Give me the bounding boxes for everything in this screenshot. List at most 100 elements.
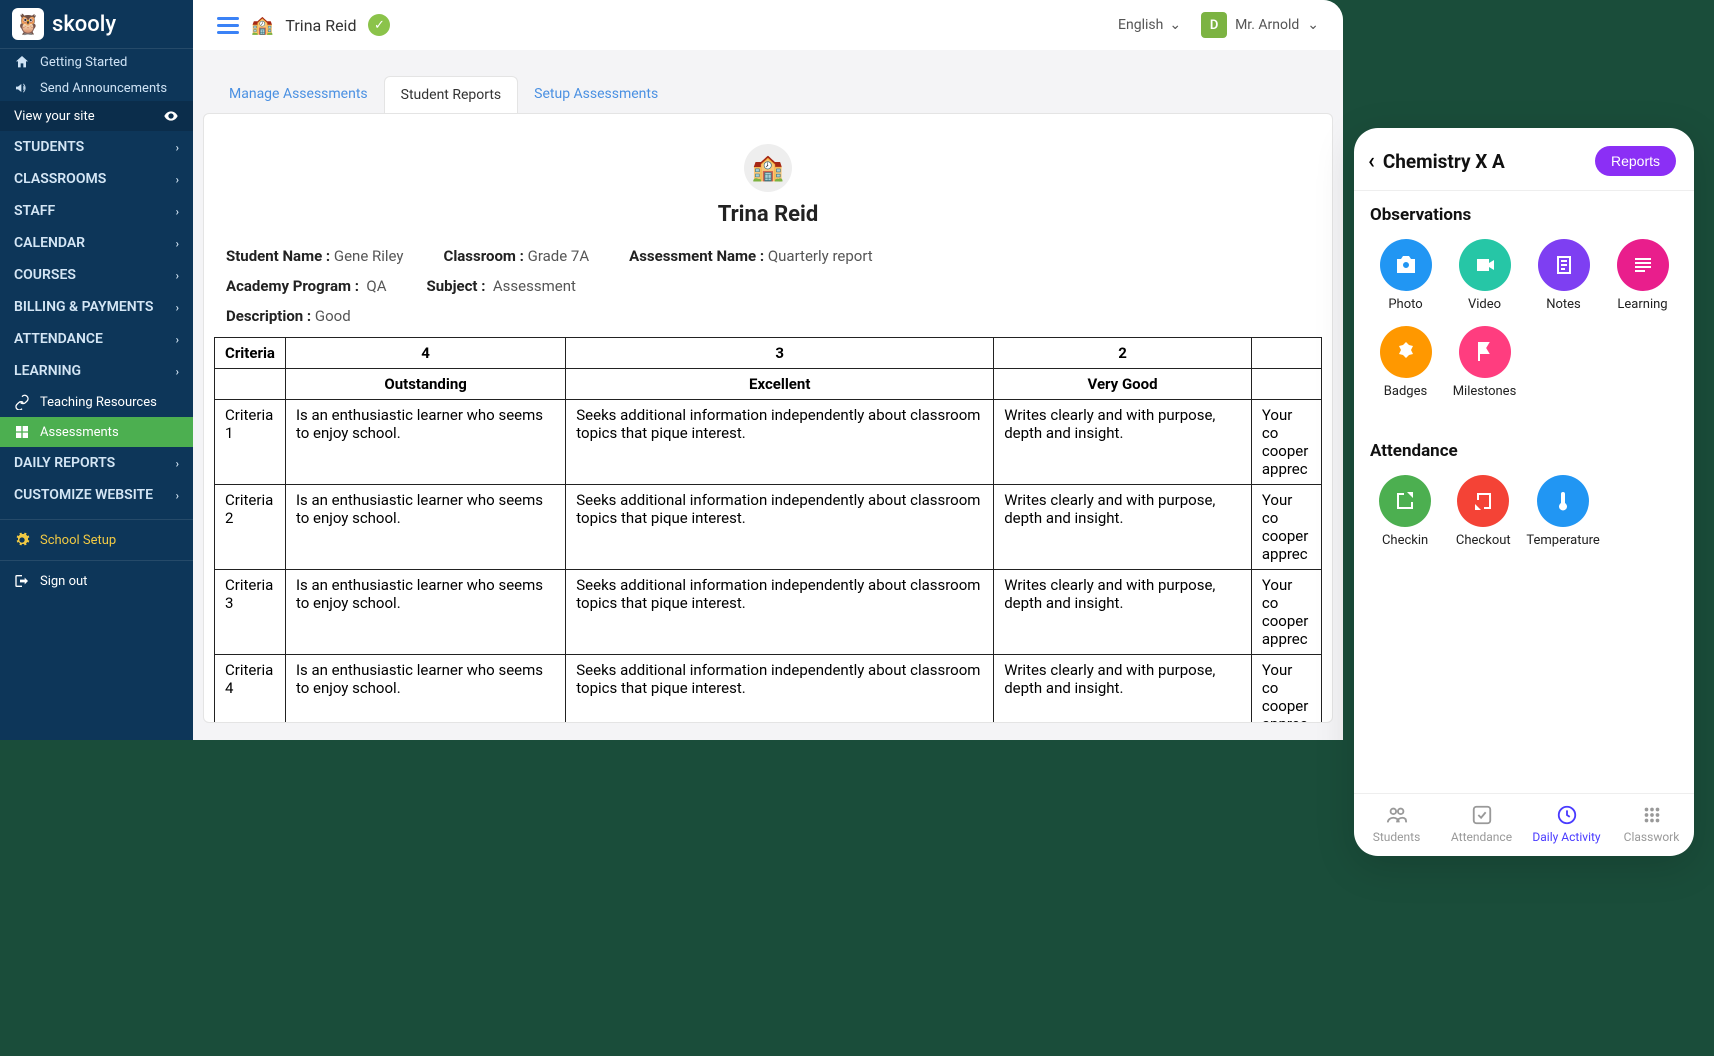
attendance-checkin[interactable]: Checkin bbox=[1370, 475, 1440, 548]
nav-billing[interactable]: BILLING & PAYMENTS› bbox=[0, 291, 193, 323]
attendance-temperature[interactable]: Temperature bbox=[1526, 475, 1599, 548]
attendance-title: Attendance bbox=[1370, 441, 1678, 461]
attendance-checkout[interactable]: Checkout bbox=[1448, 475, 1518, 548]
nav-customize-website[interactable]: CUSTOMIZE WEBSITE› bbox=[0, 479, 193, 511]
eye-icon bbox=[163, 108, 179, 124]
table-row: Criteria 1 Is an enthusiastic learner wh… bbox=[215, 400, 1322, 485]
chevron-right-icon: › bbox=[176, 365, 179, 378]
signout-icon bbox=[14, 573, 30, 589]
chevron-down-icon: ⌄ bbox=[1169, 17, 1181, 33]
main-panel: 🏫 Trina Reid ✓ English ⌄ D Mr. Arnold ⌄ … bbox=[193, 0, 1343, 740]
observation-video[interactable]: Video bbox=[1449, 239, 1520, 312]
topbar: 🏫 Trina Reid ✓ English ⌄ D Mr. Arnold ⌄ bbox=[193, 0, 1343, 50]
nav-students[interactable]: STUDENTS› bbox=[0, 131, 193, 163]
tab-setup-assessments[interactable]: Setup Assessments bbox=[518, 76, 674, 113]
video-icon bbox=[1459, 239, 1511, 291]
chevron-right-icon: › bbox=[176, 173, 179, 186]
home-icon bbox=[14, 54, 30, 70]
avatar: D bbox=[1201, 12, 1227, 38]
nav-classrooms[interactable]: CLASSROOMS› bbox=[0, 163, 193, 195]
sidebar: 🦉 skooly Getting Started Send Announceme… bbox=[0, 0, 193, 740]
topbar-left: 🏫 Trina Reid ✓ bbox=[217, 14, 390, 36]
getting-started-link[interactable]: Getting Started bbox=[0, 49, 193, 75]
user-menu[interactable]: D Mr. Arnold ⌄ bbox=[1201, 12, 1319, 38]
tab-classwork[interactable]: Classwork bbox=[1609, 804, 1694, 844]
school-building-icon: 🏫 bbox=[251, 15, 273, 36]
nav-staff[interactable]: STAFF› bbox=[0, 195, 193, 227]
checkin-icon bbox=[1379, 475, 1431, 527]
tab-attendance[interactable]: Attendance bbox=[1439, 804, 1524, 844]
mobile-tabbar: Students Attendance Daily Activity Class… bbox=[1354, 793, 1694, 856]
nav-attendance[interactable]: ATTENDANCE› bbox=[0, 323, 193, 355]
student-title: Trina Reid bbox=[718, 202, 819, 227]
logo-bar: 🦉 skooly bbox=[0, 0, 193, 49]
notes-icon bbox=[1538, 239, 1590, 291]
chevron-down-icon: ⌄ bbox=[1307, 17, 1319, 33]
nav-daily-reports[interactable]: DAILY REPORTS› bbox=[0, 447, 193, 479]
observation-milestones[interactable]: Milestones bbox=[1449, 326, 1520, 399]
view-your-site-link[interactable]: View your site bbox=[0, 101, 193, 131]
chevron-right-icon: › bbox=[176, 237, 179, 250]
observations-section: Observations PhotoVideoNotesLearning Badg… bbox=[1370, 205, 1678, 419]
reports-button[interactable]: Reports bbox=[1595, 146, 1676, 176]
table-row: Criteria 4 Is an enthusiastic learner wh… bbox=[215, 655, 1322, 724]
verified-check-icon: ✓ bbox=[368, 14, 390, 36]
observation-notes[interactable]: Notes bbox=[1528, 239, 1599, 312]
clock-icon bbox=[1556, 804, 1578, 826]
language-selector[interactable]: English ⌄ bbox=[1118, 17, 1181, 33]
observation-photo[interactable]: Photo bbox=[1370, 239, 1441, 312]
chevron-right-icon: › bbox=[176, 333, 179, 346]
checkout-icon bbox=[1457, 475, 1509, 527]
link-label: Getting Started bbox=[40, 55, 127, 70]
people-icon bbox=[1386, 804, 1408, 826]
tab-daily-activity[interactable]: Daily Activity bbox=[1524, 804, 1609, 844]
table-header-row: Criteria 4 3 2 bbox=[215, 338, 1322, 369]
tab-students[interactable]: Students bbox=[1354, 804, 1439, 844]
link-label: Send Announcements bbox=[40, 81, 167, 96]
temperature-icon bbox=[1537, 475, 1589, 527]
subnav-assessments[interactable]: Assessments bbox=[0, 417, 193, 447]
school-setup-link[interactable]: School Setup bbox=[0, 519, 193, 560]
observation-learning[interactable]: Learning bbox=[1607, 239, 1678, 312]
mobile-body: Observations PhotoVideoNotesLearning Badg… bbox=[1354, 191, 1694, 793]
nav-courses[interactable]: COURSES› bbox=[0, 259, 193, 291]
badges-icon bbox=[1380, 326, 1432, 378]
mobile-header: ‹ Chemistry X A Reports bbox=[1354, 128, 1694, 191]
observations-title: Observations bbox=[1370, 205, 1678, 225]
gear-icon bbox=[14, 532, 30, 548]
learning-icon bbox=[1617, 239, 1669, 291]
view-site-label: View your site bbox=[14, 109, 95, 124]
chevron-right-icon: › bbox=[176, 301, 179, 314]
student-header: 🏫 Trina Reid bbox=[214, 144, 1322, 227]
table-row: Criteria 2 Is an enthusiastic learner wh… bbox=[215, 485, 1322, 570]
back-button[interactable]: ‹ bbox=[1368, 149, 1375, 174]
tab-manage-assessments[interactable]: Manage Assessments bbox=[213, 76, 384, 113]
grid-icon bbox=[14, 424, 30, 440]
brand-name: skooly bbox=[52, 12, 116, 37]
chevron-right-icon: › bbox=[176, 269, 179, 282]
school-avatar-icon: 🏫 bbox=[744, 144, 792, 192]
breadcrumb-student: Trina Reid bbox=[285, 16, 356, 35]
topbar-right: English ⌄ D Mr. Arnold ⌄ bbox=[1118, 12, 1319, 38]
milestones-icon bbox=[1459, 326, 1511, 378]
nav-calendar[interactable]: CALENDAR› bbox=[0, 227, 193, 259]
report-card: 🏫 Trina Reid Student Name : Gene Riley C… bbox=[203, 113, 1333, 723]
tab-student-reports[interactable]: Student Reports bbox=[384, 76, 519, 113]
table-subheader-row: Outstanding Excellent Very Good bbox=[215, 369, 1322, 400]
mobile-title: Chemistry X A bbox=[1383, 150, 1505, 173]
owl-logo-icon: 🦉 bbox=[12, 8, 44, 40]
megaphone-icon bbox=[14, 80, 30, 96]
link-icon bbox=[14, 394, 30, 410]
nav-learning[interactable]: LEARNING› bbox=[0, 355, 193, 387]
observation-badges[interactable]: Badges bbox=[1370, 326, 1441, 399]
signout-link[interactable]: Sign out bbox=[0, 560, 193, 601]
photo-icon bbox=[1380, 239, 1432, 291]
send-announcements-link[interactable]: Send Announcements bbox=[0, 75, 193, 101]
chevron-right-icon: › bbox=[176, 489, 179, 502]
check-square-icon bbox=[1471, 804, 1493, 826]
attendance-section: Attendance CheckinCheckoutTemperature bbox=[1370, 441, 1678, 548]
chevron-right-icon: › bbox=[176, 457, 179, 470]
report-meta: Student Name : Gene Riley Classroom : Gr… bbox=[214, 247, 1322, 325]
subnav-teaching-resources[interactable]: Teaching Resources bbox=[0, 387, 193, 417]
menu-toggle-button[interactable] bbox=[217, 17, 239, 34]
